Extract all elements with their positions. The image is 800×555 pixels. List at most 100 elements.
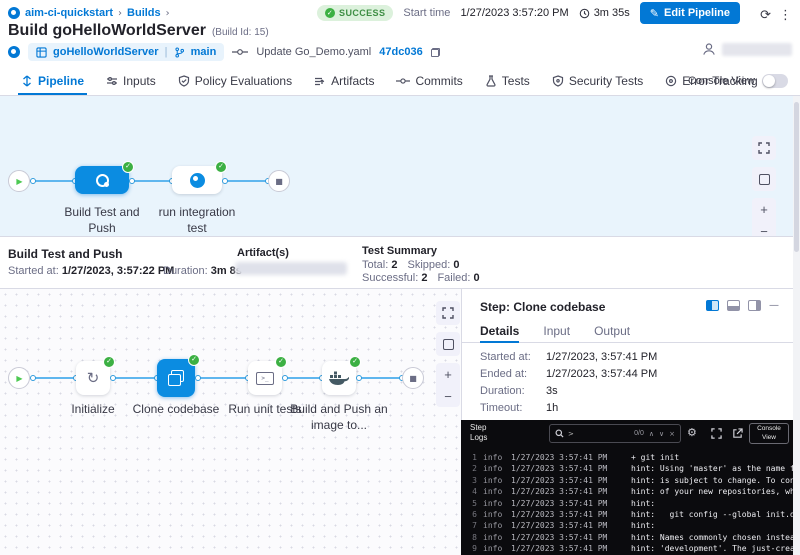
page-title: Build goHelloWorldServer xyxy=(8,22,206,40)
test-skipped: Skipped: 0 xyxy=(407,259,459,271)
tab-pipeline[interactable]: Pipeline xyxy=(10,66,95,95)
stage-node-run-integration-test[interactable]: ✓ xyxy=(172,166,222,194)
stage-node-label[interactable]: run integration test xyxy=(152,204,242,236)
tab-tests[interactable]: Tests xyxy=(474,66,541,95)
log-line: 6info1/27/2023 3:57:41 PMhint: git confi… xyxy=(461,509,793,520)
fullscreen-icon[interactable] xyxy=(711,428,722,442)
chevron-down-icon[interactable]: ∨ xyxy=(659,430,664,438)
minimize-icon[interactable]: — xyxy=(769,300,779,311)
edge xyxy=(359,377,402,379)
bottom-view-icon[interactable] xyxy=(727,300,740,311)
breadcrumb-builds-link[interactable]: Builds xyxy=(127,7,161,19)
step-node-clone-codebase[interactable]: ✓ xyxy=(157,359,195,397)
fullscreen-corners-icon xyxy=(711,428,722,439)
console-view-button[interactable]: Console View xyxy=(749,423,789,444)
step-details-panel: Step: Clone codebase — Details Input Out… xyxy=(461,289,793,420)
tab-policy-evaluations[interactable]: Policy Evaluations xyxy=(167,66,303,95)
log-search-input[interactable]: > 0/0 ∧ ∨ × xyxy=(549,424,681,443)
kebab-menu-icon[interactable]: ⋮ xyxy=(779,8,792,23)
test-summary-title: Test Summary xyxy=(362,245,437,257)
security-shield-icon xyxy=(552,75,564,87)
close-icon[interactable]: × xyxy=(669,430,675,438)
log-line: 5info1/27/2023 3:57:41 PMhint: xyxy=(461,498,793,509)
breadcrumb-project-link[interactable]: aim-ci-quickstart xyxy=(25,7,113,19)
gear-icon[interactable]: ⚙ xyxy=(687,426,697,439)
log-line: 3info1/27/2023 3:57:41 PMhint: is subjec… xyxy=(461,475,793,486)
harness-build-page: aim-ci-quickstart › Builds › ✓ SUCCESS S… xyxy=(0,0,800,555)
run-status-row: ✓ SUCCESS Start time 1/27/2023 3:57:20 P… xyxy=(317,4,740,22)
redacted-artifact-link[interactable] xyxy=(235,262,347,275)
log-line: 2info1/27/2023 3:57:41 PMhint: Using 'ma… xyxy=(461,463,793,474)
commit-sha-link[interactable]: 47dc036 xyxy=(379,46,422,58)
log-line: 1info1/27/2023 3:57:41 PM+ git init xyxy=(461,452,793,463)
repo-branch-pill[interactable]: goHelloWorldServer | main xyxy=(28,43,224,61)
stage-node-label[interactable]: Build Test and Push xyxy=(57,204,147,236)
open-in-new-icon[interactable] xyxy=(732,428,743,442)
zoom-in-button[interactable]: + xyxy=(436,363,460,385)
tab-label: Tests xyxy=(502,74,530,88)
step-node-build-and-push[interactable]: ✓ xyxy=(322,361,356,395)
fullscreen-corners-icon xyxy=(758,142,770,154)
edge xyxy=(225,180,268,182)
success-check-icon: ✓ xyxy=(122,161,134,173)
repo-name[interactable]: goHelloWorldServer xyxy=(53,46,159,58)
search-caret: > xyxy=(568,430,574,438)
tab-commits[interactable]: Commits xyxy=(385,66,473,95)
tab-inputs[interactable]: Inputs xyxy=(95,66,167,95)
repository-icon xyxy=(36,47,47,58)
split-view-icon[interactable] xyxy=(706,300,719,311)
execution-graph-canvas[interactable]: ▶ ↻ ✓ ✓ >_ ✓ ✓ ■ Initialize Clone codeba… xyxy=(0,289,461,555)
flask-icon xyxy=(485,75,497,87)
chevron-up-icon[interactable]: ∧ xyxy=(649,430,654,438)
commit-info-row: goHelloWorldServer | main Update Go_Demo… xyxy=(8,42,440,62)
tab-artifacts[interactable]: Artifacts xyxy=(303,66,385,95)
step-node-run-unit-tests[interactable]: >_ ✓ xyxy=(248,361,282,395)
start-time-label: Start time xyxy=(403,7,450,19)
fullscreen-icon[interactable] xyxy=(752,136,776,160)
stage-node-build-test-and-push[interactable]: ✓ xyxy=(75,166,129,194)
stage-graph-canvas[interactable]: ▶ ✓ ✓ ■ Build Test and Push run integrat… xyxy=(0,96,793,236)
ci-stage-icon xyxy=(96,174,109,187)
exec-end-node: ■ xyxy=(402,367,424,389)
edge xyxy=(198,377,248,379)
pencil-icon: ✎ xyxy=(650,7,659,20)
refresh-icon[interactable]: ⟳ xyxy=(760,8,771,23)
fit-to-screen-icon[interactable] xyxy=(752,167,776,191)
breadcrumb: aim-ci-quickstart › Builds › xyxy=(8,5,170,21)
step-node-label[interactable]: Build and Push an image to... xyxy=(289,401,389,433)
branch-name[interactable]: main xyxy=(191,46,217,58)
copy-icon[interactable] xyxy=(431,48,440,57)
zoom-in-button[interactable]: + xyxy=(752,198,776,220)
edge xyxy=(113,377,157,379)
fullscreen-icon[interactable] xyxy=(436,301,460,325)
tab-output[interactable]: Output xyxy=(594,319,642,342)
zoom-out-button[interactable]: − xyxy=(436,385,460,407)
step-node-initialize[interactable]: ↻ ✓ xyxy=(76,361,110,395)
step-node-label[interactable]: Clone codebase xyxy=(126,401,226,417)
edit-pipeline-button[interactable]: ✎ Edit Pipeline xyxy=(640,2,740,24)
sync-icon: ↻ xyxy=(87,369,100,387)
success-check-icon: ✓ xyxy=(103,356,115,368)
console-view-toggle[interactable] xyxy=(762,74,788,88)
tab-label: Policy Evaluations xyxy=(195,74,292,88)
tab-input[interactable]: Input xyxy=(543,319,582,342)
log-line: 7info1/27/2023 3:57:41 PMhint: xyxy=(461,520,793,531)
start-time-value: 1/27/2023 3:57:20 PM xyxy=(460,7,568,19)
tab-security-tests[interactable]: Security Tests xyxy=(541,66,654,95)
step-panel-tabs: Details Input Output xyxy=(462,319,794,343)
right-view-icon[interactable] xyxy=(748,300,761,311)
account-row xyxy=(702,42,792,56)
fit-to-screen-icon[interactable] xyxy=(436,332,460,356)
exec-canvas-controls: + − xyxy=(436,301,460,407)
terminal-icon: >_ xyxy=(256,372,274,385)
scrollbar-thumb[interactable] xyxy=(794,102,799,252)
success-check-icon: ✓ xyxy=(215,161,227,173)
policy-shield-icon xyxy=(178,75,190,87)
play-icon: ▶ xyxy=(16,374,22,383)
page-scrollbar[interactable] xyxy=(793,96,800,555)
page-header: aim-ci-quickstart › Builds › ✓ SUCCESS S… xyxy=(0,0,800,65)
log-lines[interactable]: 1info1/27/2023 3:57:41 PM+ git init 2inf… xyxy=(461,452,793,555)
inputs-icon xyxy=(106,75,118,87)
tab-details[interactable]: Details xyxy=(480,319,531,342)
step-logs-console: Step Logs > 0/0 ∧ ∨ × ⚙ Console View xyxy=(461,420,793,555)
